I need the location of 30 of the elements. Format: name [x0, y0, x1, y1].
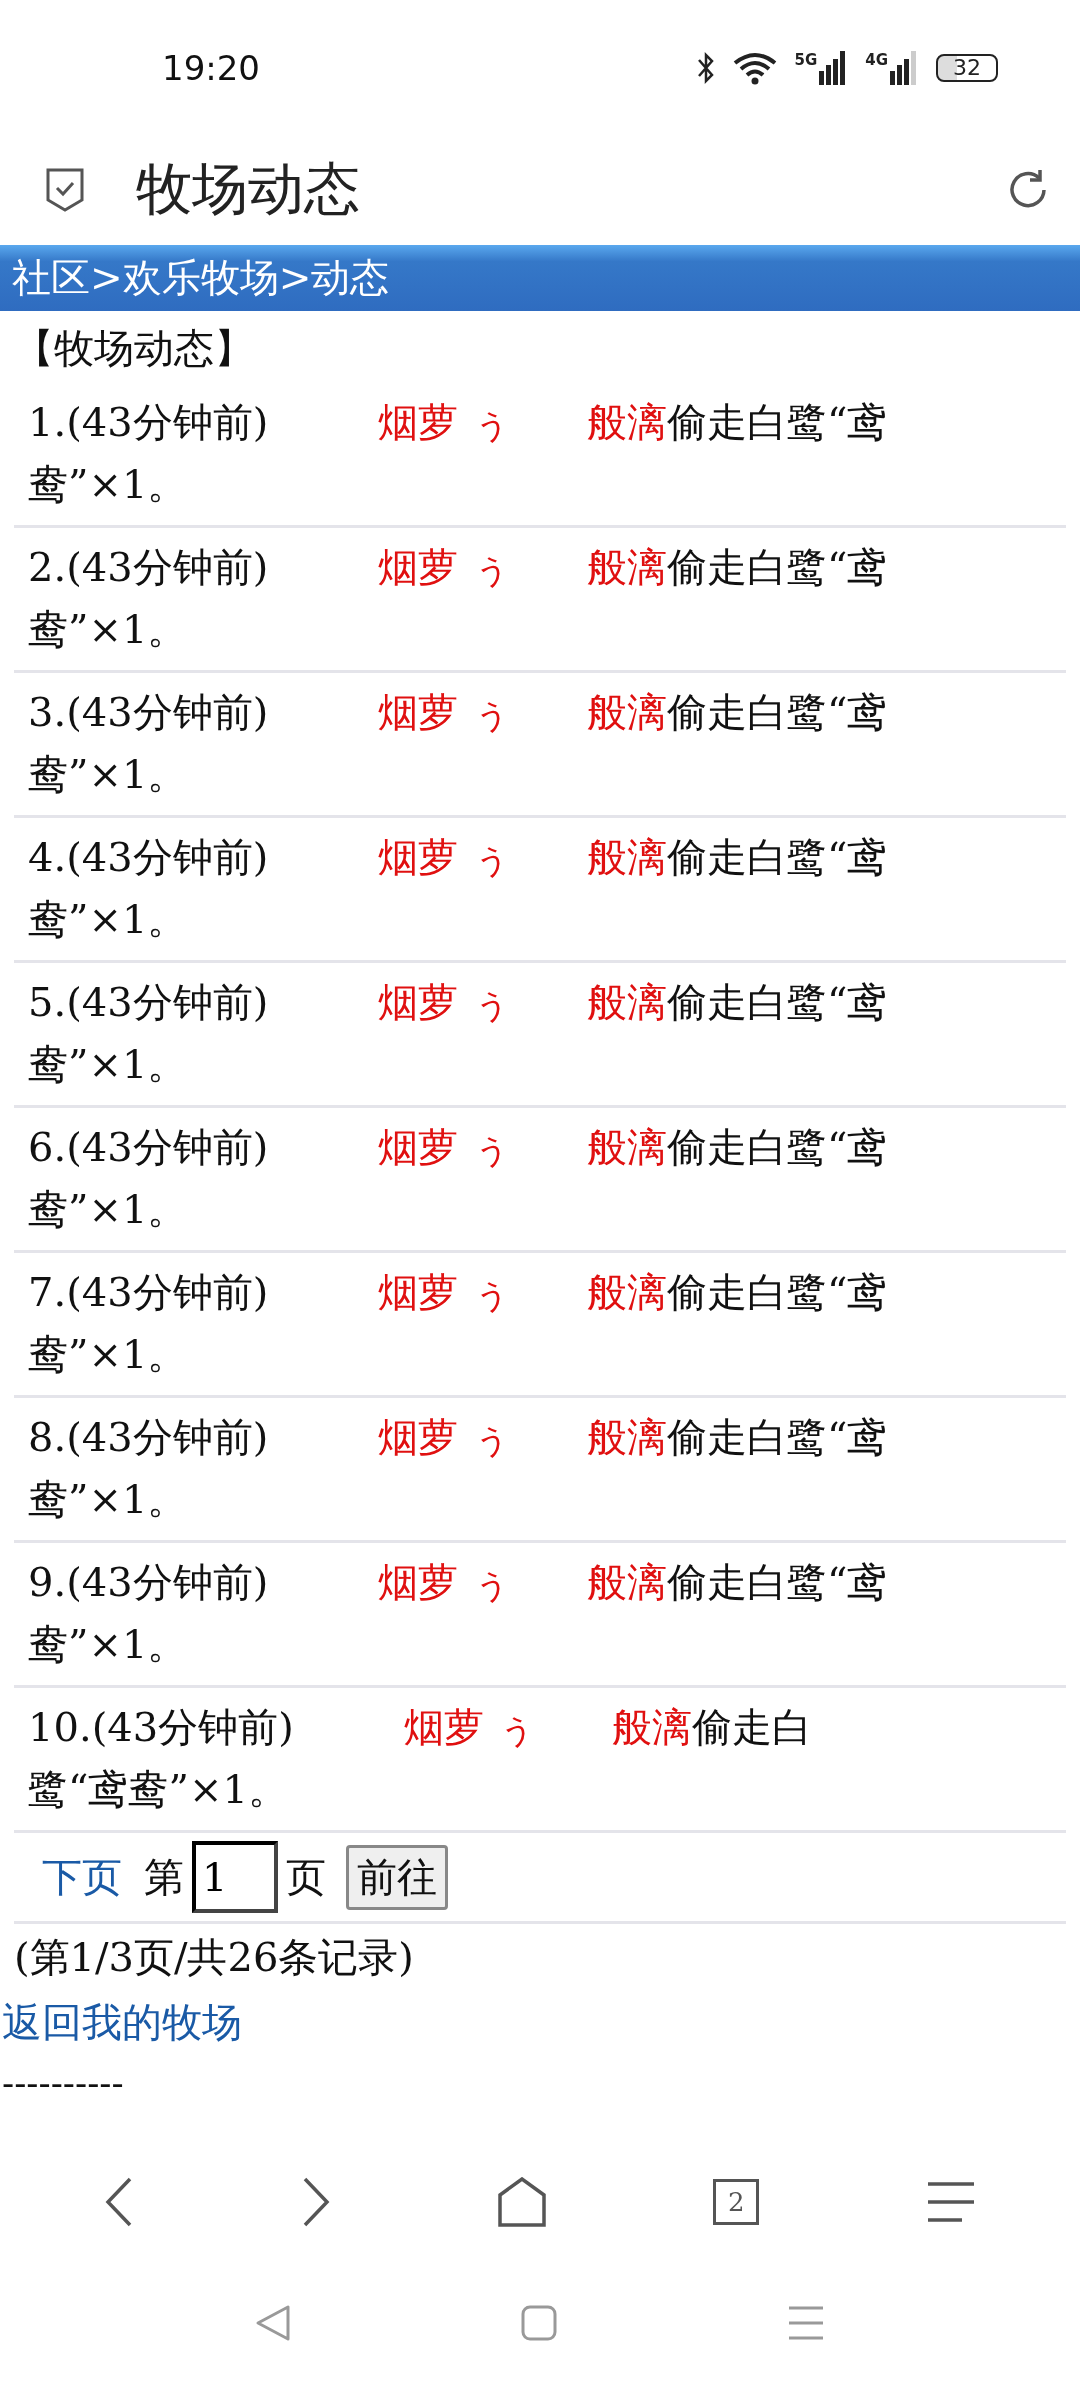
feed-entry: 2.(43分钟前) 烟萝 ぅ 般漓偷走白鹭“鸢鸯”×1。	[14, 528, 1066, 673]
back-link[interactable]: 返回我的牧场	[2, 1999, 242, 2045]
breadcrumb-bar: 社区>欢乐牧场>动态	[0, 245, 1080, 311]
page-label: 页	[286, 1852, 326, 1902]
tabs-button[interactable]: 2	[713, 2179, 760, 2225]
record-summary: (第1/3页/共26条记录)	[13, 1933, 415, 1982]
dash-line: ----------	[1, 2061, 125, 2103]
feed-entry: 1.(43分钟前) 烟萝 ぅ 般漓偷走白鹭“鸢鸯”×1。	[14, 383, 1066, 528]
feed-entry: 6.(43分钟前) 烟萝 ぅ 般漓偷走白鹭“鸢鸯”×1。	[14, 1108, 1066, 1253]
page-input[interactable]: 1	[192, 1841, 278, 1913]
feed-entry: 10.(43分钟前) 烟萝 ぅ 般漓偷走白鹭“鸢鸯”×1。	[14, 1688, 1066, 1833]
page-title: 牧场动态	[136, 155, 361, 223]
feed-entry: 9.(43分钟前) 烟萝 ぅ 般漓偷走白鹭“鸢鸯”×1。	[14, 1543, 1066, 1688]
shield-icon[interactable]	[46, 168, 84, 212]
status-time: 19:20	[162, 47, 260, 88]
page-label: 第	[144, 1852, 184, 1902]
feed-entry: 3.(43分钟前) 烟萝 ぅ 般漓偷走白鹭“鸢鸯”×1。	[14, 673, 1066, 818]
back-icon[interactable]	[103, 2177, 134, 2227]
home-icon[interactable]	[497, 2177, 546, 2227]
next-page-link[interactable]: 下页	[42, 1849, 122, 1905]
feed-entry: 4.(43分钟前) 烟萝 ぅ 般漓偷走白鹭“鸢鸯”×1。	[14, 818, 1066, 963]
battery-icon: 32	[936, 53, 998, 82]
feed-entry: 7.(43分钟前) 烟萝 ぅ 般漓偷走白鹭“鸢鸯”×1。	[14, 1253, 1066, 1398]
wifi-icon	[732, 50, 777, 85]
feed-entry: 8.(43分钟前) 烟萝 ぅ 般漓偷走白鹭“鸢鸯”×1。	[14, 1398, 1066, 1543]
section-title: 【牧场动态】	[13, 324, 255, 373]
menu-icon[interactable]	[926, 2180, 977, 2224]
feed-entry: 5.(43分钟前) 烟萝 ぅ 般漓偷走白鹭“鸢鸯”×1。	[14, 963, 1066, 1108]
bluetooth-icon	[696, 50, 715, 85]
go-button[interactable]: 前往	[346, 1844, 448, 1910]
